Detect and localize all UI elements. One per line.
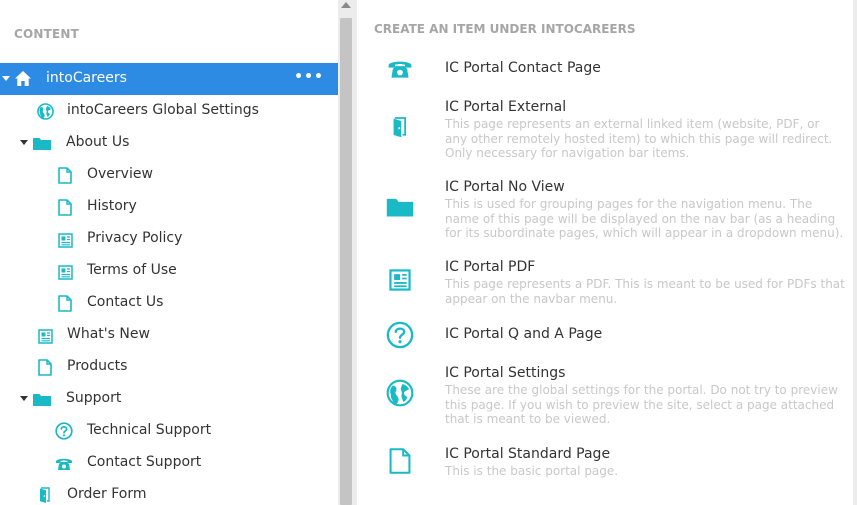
create-option-name: IC Portal External <box>445 99 567 115</box>
door-icon <box>385 112 415 142</box>
door-icon <box>36 486 54 504</box>
create-option-description: This is used for grouping pages for the … <box>445 197 844 240</box>
home-icon <box>14 69 32 87</box>
question-icon <box>55 422 73 440</box>
tree-item-terms-of-use[interactable]: Terms of Use <box>0 255 338 287</box>
create-option-contact-page[interactable]: IC Portal Contact Page <box>357 60 857 90</box>
tree-item-label: Contact Us <box>87 294 164 310</box>
scroll-up-arrow-icon[interactable] <box>341 2 351 8</box>
document-icon <box>36 358 54 376</box>
create-option-name: IC Portal No View <box>445 179 565 195</box>
tree-item-label: Privacy Policy <box>87 230 183 246</box>
tree-item-label: intoCareers Global Settings <box>67 102 259 118</box>
newspaper-icon <box>36 327 54 345</box>
tree-item-label: intoCareers <box>46 70 127 86</box>
newspaper-icon <box>56 263 74 281</box>
create-option-name: IC Portal Contact Page <box>445 60 601 76</box>
content-tree-panel: CONTENT intoCareers ••• intoCareers Glob… <box>0 0 338 505</box>
tree-item-label: Support <box>66 390 122 406</box>
tree-item-global-settings[interactable]: intoCareers Global Settings <box>0 95 338 127</box>
tree-item-technical-support[interactable]: Technical Support <box>0 415 338 447</box>
tree-item-contact-support[interactable]: Contact Support <box>0 447 338 479</box>
create-option-description: This page represents an external linked … <box>445 117 833 160</box>
tree-item-label: What's New <box>67 326 150 342</box>
create-option-external[interactable]: IC Portal External This page represents … <box>357 99 857 161</box>
tree-item-support[interactable]: Support <box>0 383 338 415</box>
tree-item-label: Overview <box>87 166 153 182</box>
tree-item-label: Technical Support <box>87 422 212 438</box>
tree-item-intocareers[interactable]: intoCareers ••• <box>0 63 338 95</box>
create-option-description: This is the basic portal page. <box>445 464 619 478</box>
tree-item-label: Products <box>67 358 128 374</box>
create-option-no-view[interactable]: IC Portal No View This is used for group… <box>357 179 857 241</box>
tree-item-label: Order Form <box>67 486 147 502</box>
create-option-settings[interactable]: IC Portal Settings These are the global … <box>357 365 857 427</box>
tree-item-label: Terms of Use <box>87 262 177 278</box>
phone-icon <box>385 54 415 84</box>
document-icon <box>56 294 74 312</box>
newspaper-icon <box>56 231 74 249</box>
globe-icon <box>385 378 415 408</box>
tree-item-privacy-policy[interactable]: Privacy Policy <box>0 223 338 255</box>
tree-item-label: About Us <box>66 134 130 150</box>
phone-icon <box>55 455 73 473</box>
tree-item-order-form[interactable]: Order Form <box>0 479 338 505</box>
question-icon <box>385 320 415 350</box>
create-option-q-and-a[interactable]: IC Portal Q and A Page <box>357 321 857 356</box>
right-edge-gutter <box>853 0 857 505</box>
create-option-description: This page represents a PDF. This is mean… <box>445 277 845 306</box>
globe-icon <box>36 102 54 120</box>
tree-item-overview[interactable]: Overview <box>0 159 338 191</box>
document-icon <box>56 166 74 184</box>
content-tree-header: CONTENT <box>14 27 80 41</box>
create-item-panel: CREATE AN ITEM UNDER INTOCAREERS IC Port… <box>357 0 857 505</box>
tree-item-label: Contact Support <box>87 454 202 470</box>
tree-item-whats-new[interactable]: What's New <box>0 319 338 351</box>
caret-down-icon[interactable] <box>19 138 29 148</box>
document-icon <box>56 198 74 216</box>
newspaper-icon <box>385 265 415 295</box>
tree-item-contact-us[interactable]: Contact Us <box>0 287 338 319</box>
tree-item-label: History <box>87 198 137 214</box>
create-option-description: These are the global settings for the po… <box>445 383 838 426</box>
document-icon <box>385 446 415 476</box>
folder-icon <box>33 390 51 408</box>
caret-down-icon[interactable] <box>1 74 11 84</box>
create-option-name: IC Portal Q and A Page <box>445 326 603 342</box>
create-panel-header: CREATE AN ITEM UNDER INTOCAREERS <box>374 22 636 36</box>
tree-item-products[interactable]: Products <box>0 351 338 383</box>
folder-icon <box>385 192 415 222</box>
create-option-name: IC Portal Standard Page <box>445 446 611 462</box>
tree-item-about-us[interactable]: About Us <box>0 127 338 159</box>
more-options-icon[interactable]: ••• <box>294 70 324 84</box>
create-option-name: IC Portal PDF <box>445 259 536 275</box>
caret-down-icon[interactable] <box>19 394 29 404</box>
create-option-name: IC Portal Settings <box>445 365 566 381</box>
create-option-standard-page[interactable]: IC Portal Standard Page This is the basi… <box>357 446 857 486</box>
folder-icon <box>33 134 51 152</box>
tree-item-history[interactable]: History <box>0 191 338 223</box>
create-option-pdf[interactable]: IC Portal PDF This page represents a PDF… <box>357 259 857 307</box>
tree-scrollbar-thumb[interactable] <box>340 18 352 505</box>
